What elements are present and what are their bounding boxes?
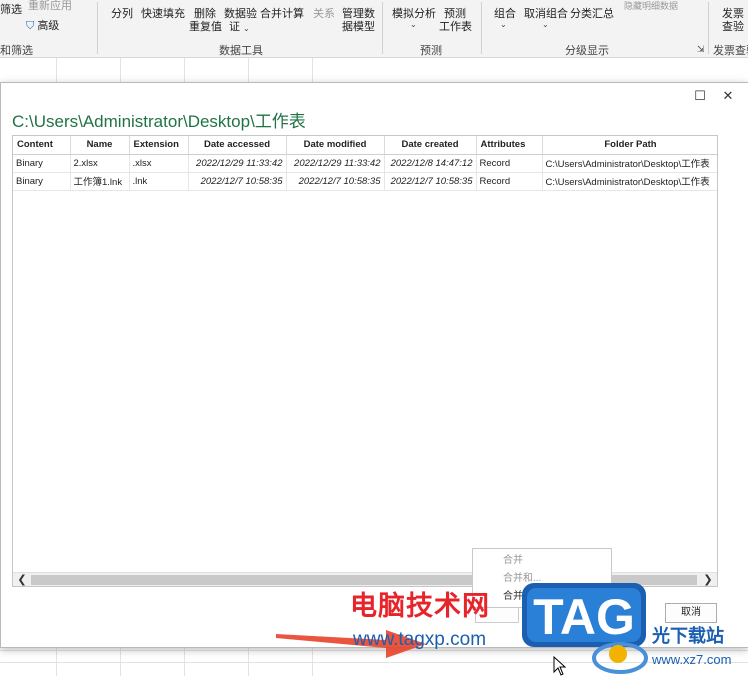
table-cell: 2022/12/7 10:58:35: [286, 172, 385, 191]
data-validation-button-line2[interactable]: 证: [229, 21, 240, 34]
watermark-url: www.tagxp.com: [353, 629, 487, 650]
forecast-sheet-button-line1[interactable]: 预测: [444, 8, 466, 21]
group-forecast: 预测: [420, 45, 442, 57]
reapply-button[interactable]: 重新应用: [28, 0, 72, 13]
consolidate-button[interactable]: 合并计算: [260, 8, 304, 21]
relationships-button[interactable]: 关系: [313, 8, 335, 21]
filter-button[interactable]: 筛选: [0, 4, 22, 17]
group-data-tools: 数据工具: [219, 45, 263, 57]
table-cell: 2022/12/29 11:33:42: [188, 154, 287, 173]
ribbon-separator: [97, 2, 98, 54]
column-header[interactable]: Folder Path: [542, 136, 717, 155]
dialog-title: C:\Users\Administrator\Desktop\工作表: [12, 112, 306, 131]
watermark-red-text: 电脑技术网: [350, 591, 490, 621]
table-cell: Binary: [13, 154, 71, 173]
invoice-check-button-line2[interactable]: 查验: [722, 21, 744, 34]
mouse-cursor-icon: [553, 656, 567, 676]
chevron-down-icon: ⌄: [243, 24, 250, 33]
scroll-right-icon[interactable]: ❯: [700, 573, 716, 586]
ribbon-separator: [382, 2, 383, 54]
remove-duplicates-button-line1[interactable]: 删除: [194, 8, 216, 21]
ribbon-separator: [481, 2, 482, 54]
xz7-logo-icon: [592, 642, 648, 674]
advanced-filter-icon: ⛉: [26, 20, 35, 32]
menu-item-combine[interactable]: 合并: [503, 551, 523, 566]
ribbon: 筛选 重新应用 ⛉ 高级 和筛选 分列 快速填充 删除 重复值 数据验 证 ⌄ …: [0, 0, 748, 58]
chevron-down-icon: ⌄: [542, 20, 549, 29]
table-cell: Record: [476, 172, 543, 191]
table-cell: .xlsx: [129, 154, 189, 173]
column-header[interactable]: Date accessed: [188, 136, 287, 155]
table-cell: 2022/12/8 14:47:12: [384, 154, 477, 173]
cancel-button[interactable]: 取消: [665, 603, 717, 623]
advanced-filter-label: 高级: [37, 20, 60, 32]
dialog-launcher-icon[interactable]: ⇲: [697, 44, 705, 55]
maximize-icon[interactable]: ☐: [691, 87, 709, 105]
subtotal-button[interactable]: 分类汇总: [570, 8, 614, 21]
ribbon-separator: [708, 2, 709, 54]
text-to-columns-button[interactable]: 分列: [111, 8, 133, 21]
table-cell: .lnk: [129, 172, 189, 191]
table-cell: 2022/12/7 10:58:35: [384, 172, 477, 191]
column-header[interactable]: Date modified: [286, 136, 385, 155]
table-row[interactable]: Binary 2.xlsx .xlsx 2022/12/29 11:33:42 …: [13, 154, 717, 173]
forecast-sheet-button-line2[interactable]: 工作表: [439, 21, 472, 34]
column-header[interactable]: Extension: [129, 136, 189, 155]
manage-data-model-button-line2[interactable]: 据模型: [342, 21, 375, 34]
watermark-site-url: www.xz7.com: [652, 652, 732, 667]
advanced-filter-button[interactable]: ⛉ 高级: [26, 20, 59, 33]
group-invoice: 发票查验: [713, 45, 748, 57]
table-cell: 2022/12/29 11:33:42: [286, 154, 385, 173]
manage-data-model-button-line1[interactable]: 管理数: [342, 8, 375, 21]
scroll-left-icon[interactable]: ❮: [14, 573, 30, 586]
column-header[interactable]: Attributes: [476, 136, 543, 155]
table-cell: Record: [476, 154, 543, 173]
chevron-down-icon: ⌄: [410, 20, 417, 29]
column-header[interactable]: Date created: [384, 136, 477, 155]
table-cell: C:\Users\Administrator\Desktop\工作表: [542, 172, 717, 191]
close-icon[interactable]: ✕: [719, 87, 737, 105]
flash-fill-button[interactable]: 快速填充: [141, 8, 185, 21]
invoice-check-button-line1[interactable]: 发票: [722, 8, 744, 21]
data-validation-button-line1[interactable]: 数据验: [224, 8, 257, 21]
hide-detail-button[interactable]: 隐藏明细数据: [624, 0, 678, 13]
table-cell: 2.xlsx: [70, 154, 130, 173]
table-header-row: Content Name Extension Date accessed Dat…: [13, 136, 717, 155]
preview-table: Content Name Extension Date accessed Dat…: [13, 136, 717, 191]
table-cell: 2022/12/7 10:58:35: [188, 172, 287, 191]
table-cell: C:\Users\Administrator\Desktop\工作表: [542, 154, 717, 173]
remove-duplicates-button-line2[interactable]: 重复值: [189, 21, 222, 34]
file-preview-table: Content Name Extension Date accessed Dat…: [12, 135, 718, 587]
table-cell: Binary: [13, 172, 71, 191]
group-sort-filter: 和筛选: [0, 45, 33, 57]
chevron-down-icon: ⌄: [500, 20, 507, 29]
column-header[interactable]: Name: [70, 136, 130, 155]
folder-preview-dialog: ☐ ✕ C:\Users\Administrator\Desktop\工作表 C…: [0, 82, 748, 648]
column-header[interactable]: Content: [13, 136, 71, 155]
group-outline: 分级显示: [565, 45, 609, 57]
watermark-site-name: 光下载站: [652, 626, 724, 646]
table-cell: 工作簿1.lnk: [70, 172, 130, 191]
table-row[interactable]: Binary 工作簿1.lnk .lnk 2022/12/7 10:58:35 …: [13, 172, 717, 191]
